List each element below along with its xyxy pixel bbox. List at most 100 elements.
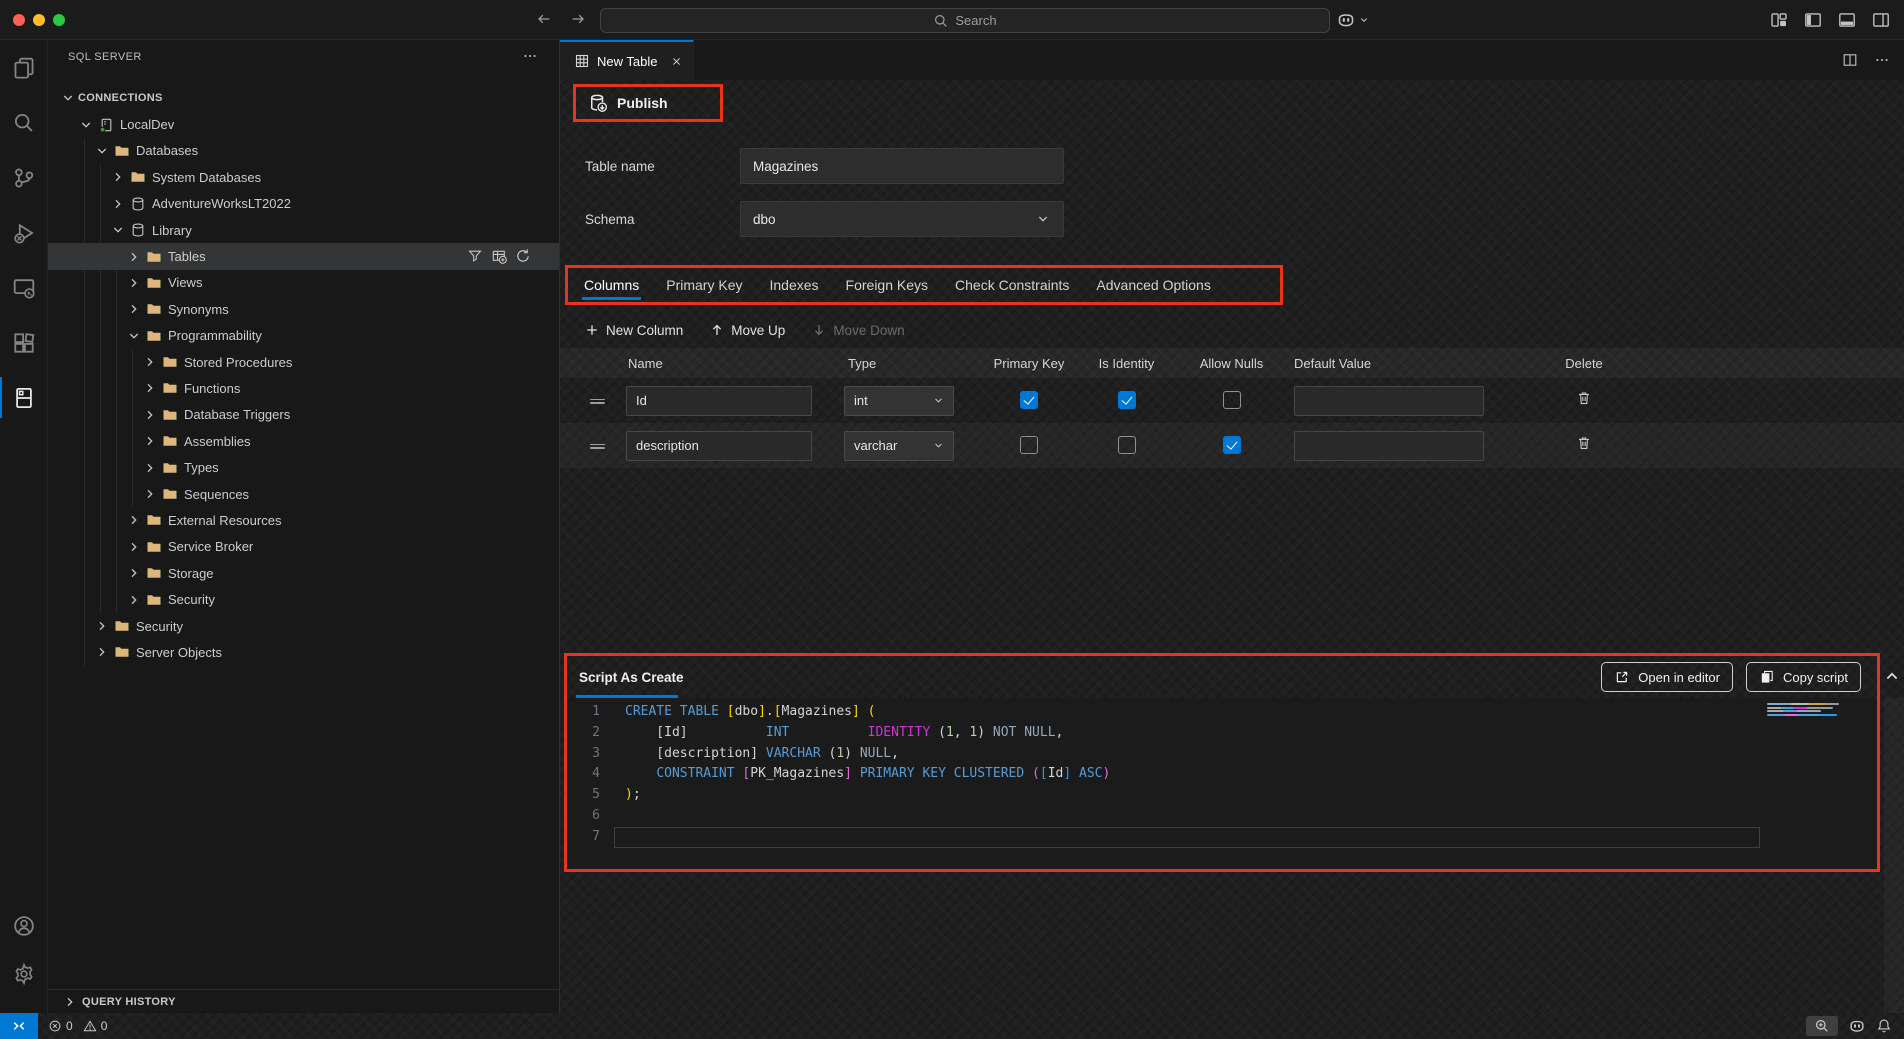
filter-icon[interactable]	[467, 248, 483, 264]
activity-bar-item-extensions[interactable]	[0, 315, 47, 370]
default-value-input[interactable]	[1294, 386, 1484, 416]
designer-tab-advanced-options[interactable]: Advanced Options	[1096, 268, 1210, 302]
tree-item-library[interactable]: Library	[48, 217, 559, 243]
designer-tab-indexes[interactable]: Indexes	[769, 268, 818, 302]
tree-item-synonyms[interactable]: Synonyms	[48, 296, 559, 322]
split-editor-icon[interactable]	[1842, 52, 1858, 68]
notifications-bell-icon[interactable]	[1876, 1018, 1892, 1034]
column-header-is-identity: Is Identity	[1074, 356, 1179, 371]
zoom-status-button[interactable]	[1806, 1016, 1838, 1036]
activity-bar-item-remote-explorer[interactable]	[0, 260, 47, 315]
query-history-section[interactable]: QUERY HISTORY	[48, 989, 559, 1013]
sql-script-editor[interactable]: 1CREATE TABLE [dbo].[Magazines] (2 [Id] …	[567, 698, 1877, 869]
tree-item-tables[interactable]: Tables	[48, 243, 559, 269]
primary-key-checkbox[interactable]	[1020, 391, 1038, 409]
tree-item-security[interactable]: Security	[48, 613, 559, 639]
open-in-editor-button[interactable]: Open in editor	[1601, 662, 1733, 692]
table-plus-icon[interactable]	[491, 248, 507, 264]
refresh-icon[interactable]	[515, 248, 531, 264]
connections-section-header[interactable]: CONNECTIONS	[48, 85, 559, 111]
allow-nulls-checkbox[interactable]	[1223, 436, 1241, 454]
column-type-select[interactable]: varchar	[844, 431, 954, 461]
trash-icon[interactable]	[1576, 390, 1592, 406]
column-name-input[interactable]	[626, 386, 812, 416]
activity-bar-item-run-and-debug[interactable]	[0, 205, 47, 260]
more-actions-icon[interactable]	[522, 48, 538, 64]
tree-item-functions[interactable]: Functions	[48, 375, 559, 401]
activity-bar-item-explorer[interactable]	[0, 40, 47, 95]
editor-more-actions-icon[interactable]	[1874, 52, 1890, 68]
navigate-back-icon[interactable]	[536, 11, 552, 27]
trash-icon[interactable]	[1576, 435, 1592, 451]
gear-icon	[12, 962, 36, 986]
tree-item-stored-procedures[interactable]: Stored Procedures	[48, 349, 559, 375]
table-row: varchar	[560, 423, 1904, 468]
default-value-input[interactable]	[1294, 431, 1484, 461]
scrollbar[interactable]	[1884, 698, 1904, 1013]
publish-button[interactable]: Publish	[576, 93, 668, 113]
tree-item-label: System Databases	[152, 170, 261, 185]
macos-maximize-button[interactable]	[53, 14, 65, 26]
command-search-box[interactable]: Search	[600, 8, 1330, 33]
primary-key-checkbox[interactable]	[1020, 436, 1038, 454]
copy-script-button[interactable]: Copy script	[1746, 662, 1861, 692]
customize-layout-icon[interactable]	[1770, 11, 1788, 29]
new-column-button[interactable]: New Column	[584, 322, 683, 338]
is-identity-checkbox[interactable]	[1118, 391, 1136, 409]
column-name-input[interactable]	[626, 431, 812, 461]
move-up-button[interactable]: Move Up	[709, 322, 785, 338]
tree-item-databases[interactable]: Databases	[48, 138, 559, 164]
tree-item-server-objects[interactable]: Server Objects	[48, 639, 559, 665]
drag-handle-icon[interactable]	[590, 442, 605, 450]
tree-item-assemblies[interactable]: Assemblies	[48, 428, 559, 454]
remote-indicator[interactable]	[0, 1013, 38, 1039]
tree-item-system-databases[interactable]: System Databases	[48, 164, 559, 190]
table-name-input[interactable]	[740, 148, 1064, 184]
activity-bar-item-accounts[interactable]	[0, 902, 48, 950]
is-identity-checkbox[interactable]	[1118, 436, 1136, 454]
tree-item-database-triggers[interactable]: Database Triggers	[48, 402, 559, 428]
tree-item-security[interactable]: Security	[48, 586, 559, 612]
editor-tab-bar: New Table	[560, 40, 1904, 80]
macos-minimize-button[interactable]	[33, 14, 45, 26]
problems-status[interactable]: 0 0	[48, 1019, 107, 1033]
schema-select[interactable]: dbo	[740, 201, 1064, 237]
designer-tab-columns[interactable]: Columns	[584, 268, 639, 302]
activity-bar-item-sql-server-table-designer[interactable]	[0, 370, 47, 425]
tree-item-types[interactable]: Types	[48, 454, 559, 480]
tree-item-label: AdventureWorksLT2022	[152, 196, 291, 211]
close-icon[interactable]	[670, 55, 683, 68]
external-link-icon	[1614, 669, 1630, 685]
activity-bar-item-source-control[interactable]	[0, 150, 47, 205]
tree-item-localdev[interactable]: LocalDev	[48, 111, 559, 137]
column-type-select[interactable]: int	[844, 386, 954, 416]
navigate-forward-icon[interactable]	[570, 11, 586, 27]
drag-handle-icon[interactable]	[590, 397, 605, 405]
designer-tab-foreign-keys[interactable]: Foreign Keys	[846, 268, 928, 302]
copilot-menu[interactable]	[1336, 10, 1370, 30]
code-line: 5);	[567, 785, 1877, 806]
allow-nulls-checkbox[interactable]	[1223, 391, 1241, 409]
tree-item-programmability[interactable]: Programmability	[48, 323, 559, 349]
folder-icon	[146, 249, 162, 265]
tab-new-table[interactable]: New Table	[560, 40, 694, 80]
tree-item-external-resources[interactable]: External Resources	[48, 507, 559, 533]
tree-item-sequences[interactable]: Sequences	[48, 481, 559, 507]
activity-bar-item-settings[interactable]	[0, 950, 48, 998]
toggle-panel-icon[interactable]	[1838, 11, 1856, 29]
chevron-right-icon	[110, 169, 126, 185]
macos-close-button[interactable]	[13, 14, 25, 26]
tree-item-views[interactable]: Views	[48, 270, 559, 296]
chevron-down-icon	[1358, 12, 1370, 28]
move-down-button[interactable]: Move Down	[811, 322, 904, 338]
toggle-secondary-sidebar-icon[interactable]	[1872, 11, 1890, 29]
copilot-status-icon[interactable]	[1848, 1017, 1866, 1035]
tree-item-adventureworkslt2022[interactable]: AdventureWorksLT2022	[48, 191, 559, 217]
tree-item-service-broker[interactable]: Service Broker	[48, 534, 559, 560]
activity-bar-item-search[interactable]	[0, 95, 47, 150]
tree-item-storage[interactable]: Storage	[48, 560, 559, 586]
designer-tab-check-constraints[interactable]: Check Constraints	[955, 268, 1069, 302]
designer-tab-primary-key[interactable]: Primary Key	[666, 268, 742, 302]
collapse-panel-icon[interactable]	[1882, 666, 1902, 686]
toggle-primary-sidebar-icon[interactable]	[1804, 11, 1822, 29]
